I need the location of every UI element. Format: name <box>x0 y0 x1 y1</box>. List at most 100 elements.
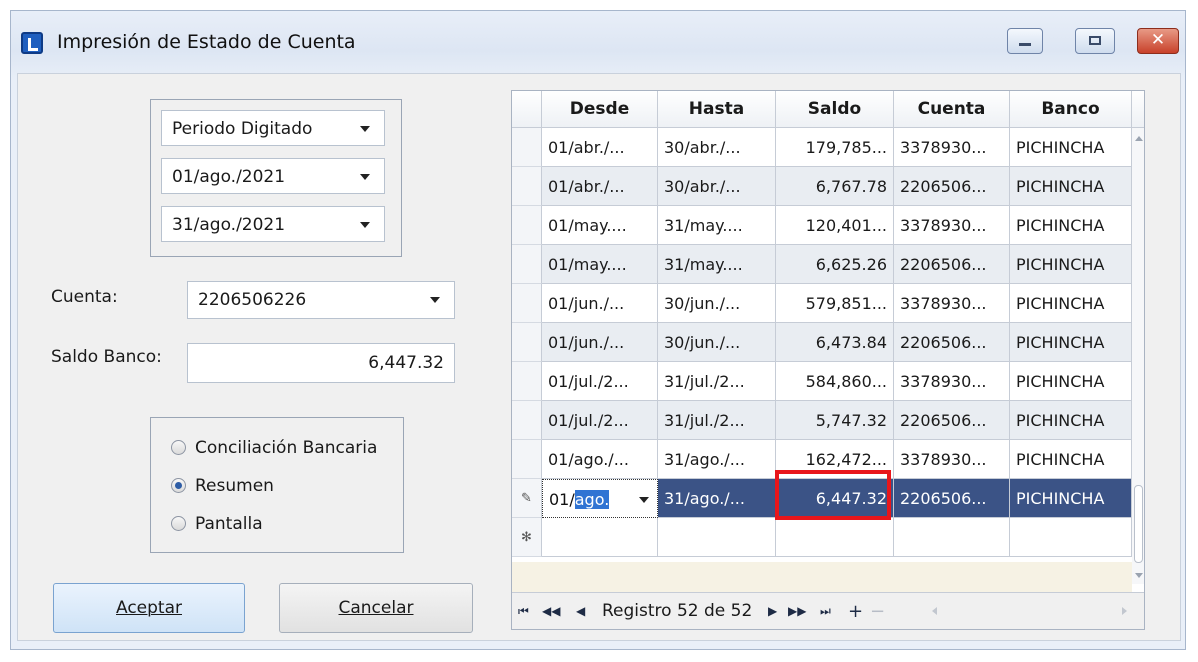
scroll-thumb[interactable] <box>1134 485 1143 563</box>
table-cell[interactable]: 2206506... <box>894 323 1010 362</box>
table-cell[interactable]: 31/jul./2... <box>658 401 776 440</box>
first-record-icon[interactable]: ⏮ <box>518 593 529 629</box>
date-from-combo[interactable]: 01/ago./2021 <box>161 158 385 194</box>
column-header-cuenta[interactable]: Cuenta <box>894 91 1010 128</box>
table-cell[interactable]: 30/abr./... <box>658 167 776 206</box>
radio-circle[interactable] <box>171 516 186 531</box>
table-cell[interactable] <box>658 518 776 557</box>
row-indicator[interactable] <box>512 128 542 167</box>
table-cell[interactable]: 01/jul./2... <box>542 401 658 440</box>
table-row[interactable]: 01/abr./... 30/abr./... 179,785... 3378930.… <box>512 128 1132 167</box>
table-cell[interactable]: 31/may.... <box>658 206 776 245</box>
chevron-down-icon[interactable] <box>360 222 370 228</box>
table-cell[interactable]: PICHINCHA <box>1010 401 1132 440</box>
table-cell[interactable]: 01/may.... <box>542 245 658 284</box>
balance-field[interactable]: 6,447.32 <box>187 343 455 383</box>
table-cell[interactable]: 3378930... <box>894 362 1010 401</box>
row-indicator[interactable] <box>512 440 542 479</box>
delete-record-icon[interactable]: − <box>870 593 885 629</box>
table-row[interactable]: 01/jul./2... 31/jul./2... 5,747.32 2206506.… <box>512 401 1132 440</box>
accept-button[interactable]: Aceptar <box>53 583 245 633</box>
chevron-down-icon[interactable] <box>639 497 649 503</box>
next-page-icon[interactable]: ▶▶ <box>788 593 806 629</box>
table-cell[interactable]: PICHINCHA <box>1010 284 1132 323</box>
table-row[interactable]: 01/jun./... 30/jun./... 579,851... 3378930.… <box>512 284 1132 323</box>
row-indicator[interactable] <box>512 245 542 284</box>
table-cell[interactable]: 3378930... <box>894 284 1010 323</box>
column-header-saldo[interactable]: Saldo <box>776 91 894 128</box>
chevron-down-icon[interactable] <box>360 174 370 180</box>
table-cell[interactable]: 6,473.84 <box>776 323 894 362</box>
table-cell[interactable]: 30/abr./... <box>658 128 776 167</box>
table-cell[interactable]: 2206506... <box>894 245 1010 284</box>
radio-circle[interactable] <box>171 440 186 455</box>
table-cell[interactable]: 01/ago./... <box>542 440 658 479</box>
table-cell[interactable]: PICHINCHA <box>1010 479 1132 518</box>
table-cell[interactable] <box>542 518 658 557</box>
column-header-banco[interactable]: Banco <box>1010 91 1132 128</box>
table-cell[interactable] <box>1010 518 1132 557</box>
table-cell[interactable]: 01/may.... <box>542 206 658 245</box>
table-cell[interactable]: 3378930... <box>894 440 1010 479</box>
table-cell[interactable]: PICHINCHA <box>1010 362 1132 401</box>
scroll-up-icon[interactable] <box>1135 136 1143 141</box>
chevron-down-icon[interactable] <box>430 297 440 303</box>
table-cell[interactable]: PICHINCHA <box>1010 323 1132 362</box>
radio-circle-selected[interactable] <box>171 478 186 493</box>
table-row[interactable]: 01/jun./... 30/jun./... 6,473.84 2206506...… <box>512 323 1132 362</box>
account-combo[interactable]: 2206506226 <box>187 281 455 319</box>
minimize-button[interactable] <box>1007 28 1043 54</box>
table-cell[interactable]: 01/jun./... <box>542 284 658 323</box>
table-cell[interactable]: 3378930... <box>894 206 1010 245</box>
table-cell[interactable]: 31/jul./2... <box>658 362 776 401</box>
maximize-button[interactable] <box>1075 28 1115 54</box>
table-cell[interactable]: 31/ago./... <box>658 440 776 479</box>
next-record-icon[interactable]: ▶ <box>768 593 777 629</box>
add-record-icon[interactable]: + <box>848 593 863 629</box>
table-cell[interactable]: 6,767.78 <box>776 167 894 206</box>
table-cell[interactable]: 2206506... <box>894 401 1010 440</box>
table-cell[interactable]: 179,785... <box>776 128 894 167</box>
table-row[interactable]: 01/jul./2... 31/jul./2... 584,860... 337893… <box>512 362 1132 401</box>
row-indicator[interactable] <box>512 206 542 245</box>
previous-page-icon[interactable]: ◀◀ <box>542 593 560 629</box>
table-row[interactable]: 01/may.... 31/may.... 120,401... 3378930...… <box>512 206 1132 245</box>
row-indicator[interactable] <box>512 167 542 206</box>
table-cell[interactable]: 30/jun./... <box>658 323 776 362</box>
scroll-down-icon[interactable] <box>1135 573 1143 578</box>
column-header-desde[interactable]: Desde <box>542 91 658 128</box>
table-cell[interactable] <box>776 518 894 557</box>
row-indicator[interactable] <box>512 284 542 323</box>
table-cell[interactable]: 30/jun./... <box>658 284 776 323</box>
table-cell[interactable]: 2206506... <box>894 479 1010 518</box>
table-cell[interactable]: 584,860... <box>776 362 894 401</box>
row-indicator[interactable] <box>512 401 542 440</box>
table-row[interactable]: 01/may.... 31/may.... 6,625.26 2206506... PI… <box>512 245 1132 284</box>
table-cell[interactable]: 01/jun./... <box>542 323 658 362</box>
table-cell[interactable]: 579,851... <box>776 284 894 323</box>
table-cell[interactable]: 5,747.32 <box>776 401 894 440</box>
table-cell[interactable]: PICHINCHA <box>1010 206 1132 245</box>
cancel-button[interactable]: Cancelar <box>279 583 473 633</box>
column-header-hasta[interactable]: Hasta <box>658 91 776 128</box>
table-cell[interactable]: 3378930... <box>894 128 1010 167</box>
last-record-icon[interactable]: ⏭ <box>820 593 831 629</box>
table-cell[interactable]: 01/jul./2... <box>542 362 658 401</box>
chevron-down-icon[interactable] <box>360 126 370 132</box>
vertical-scrollbar[interactable] <box>1132 128 1144 584</box>
table-cell[interactable]: PICHINCHA <box>1010 245 1132 284</box>
row-indicator[interactable] <box>512 362 542 401</box>
table-cell[interactable]: 6,625.26 <box>776 245 894 284</box>
date-to-combo[interactable]: 31/ago./2021 <box>161 206 385 242</box>
table-cell[interactable]: PICHINCHA <box>1010 128 1132 167</box>
table-cell[interactable]: 31/ago./... <box>658 479 776 518</box>
close-button[interactable]: ✕ <box>1137 28 1179 54</box>
table-cell[interactable] <box>894 518 1010 557</box>
row-indicator[interactable] <box>512 323 542 362</box>
table-cell[interactable]: 120,401... <box>776 206 894 245</box>
table-cell[interactable]: 01/abr./... <box>542 167 658 206</box>
table-cell[interactable]: PICHINCHA <box>1010 167 1132 206</box>
statements-grid[interactable]: Desde Hasta Saldo Cuenta Banco 01/abr./.… <box>511 90 1145 630</box>
period-type-combo[interactable]: Periodo Digitado <box>161 110 385 146</box>
scroll-left-icon[interactable] <box>932 607 937 615</box>
